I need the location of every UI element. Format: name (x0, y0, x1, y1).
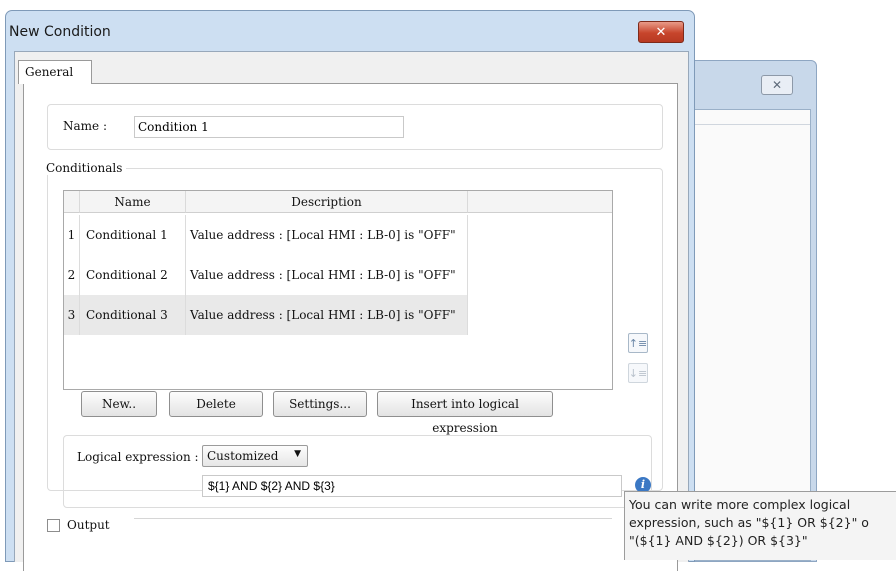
move-down-button[interactable]: ↓≡ (628, 363, 648, 383)
tooltip-line: You can write more complex logical (629, 497, 851, 512)
table-row[interactable]: 1 Conditional 1 Value address : [Local H… (64, 215, 468, 255)
logical-expression-input[interactable] (202, 475, 622, 497)
background-window-close-button[interactable]: ✕ (761, 75, 793, 95)
conditionals-group: Name Description 1 Conditional 1 Value a… (47, 168, 663, 508)
insert-into-expression-button[interactable]: Insert into logical expression (377, 391, 553, 435)
settings-button[interactable]: Settings... (273, 391, 367, 417)
row-index: 3 (64, 295, 80, 335)
row-name: Conditional 3 (80, 295, 186, 335)
move-up-button[interactable]: ↑≡ (628, 333, 648, 353)
dialog-title: New Condition (9, 24, 111, 40)
table-header-description[interactable]: Description (186, 191, 468, 213)
close-icon: ✕ (771, 78, 783, 92)
table-header-empty (468, 191, 612, 213)
tooltip-line: expression, such as "${1} OR ${2}" o (629, 515, 869, 530)
move-down-icon: ↓≡ (628, 366, 648, 380)
close-icon: ✕ (655, 24, 667, 40)
output-label: Output (67, 518, 110, 532)
dialog-close-button[interactable]: ✕ (638, 21, 684, 43)
tooltip-line: "(${1} AND ${2}) OR ${3}" (629, 533, 808, 548)
delete-button[interactable]: Delete (169, 391, 263, 417)
logical-expression-label: Logical expression : (77, 450, 199, 464)
logical-expression-mode-value: Customized (207, 449, 279, 463)
output-checkbox[interactable] (47, 519, 60, 532)
table-header-name[interactable]: Name (80, 191, 186, 213)
general-tab-panel: Name : Conditionals Name Description 1 C… (23, 83, 678, 571)
logical-expression-mode-select[interactable]: Customized ▼ (202, 445, 308, 467)
row-index: 2 (64, 255, 80, 295)
chevron-down-icon: ▼ (294, 449, 301, 459)
name-input[interactable] (134, 116, 404, 138)
logical-expression-tooltip: You can write more complex logical expre… (624, 491, 896, 560)
name-group: Name : (47, 104, 663, 150)
output-divider (134, 518, 612, 519)
row-description: Value address : [Local HMI : LB-0] is "O… (186, 215, 468, 255)
row-name: Conditional 1 (80, 215, 186, 255)
move-up-icon: ↑≡ (628, 336, 648, 350)
conditionals-legend: Conditionals (46, 161, 127, 175)
table-header-index (64, 191, 80, 213)
table-row[interactable]: 3 Conditional 3 Value address : [Local H… (64, 295, 468, 335)
row-description: Value address : [Local HMI : LB-0] is "O… (186, 295, 468, 335)
table-row[interactable]: 2 Conditional 2 Value address : [Local H… (64, 255, 468, 295)
new-condition-dialog: New Condition ✕ General Name : Condition… (5, 10, 695, 571)
logical-expression-group: Logical expression : Customized ▼ i (63, 435, 652, 508)
name-label: Name : (63, 119, 107, 133)
row-description: Value address : [Local HMI : LB-0] is "O… (186, 255, 468, 295)
conditionals-table: Name Description 1 Conditional 1 Value a… (63, 190, 613, 390)
tab-general[interactable]: General (18, 60, 92, 84)
new-button[interactable]: New.. (81, 391, 157, 417)
row-index: 1 (64, 215, 80, 255)
row-name: Conditional 2 (80, 255, 186, 295)
